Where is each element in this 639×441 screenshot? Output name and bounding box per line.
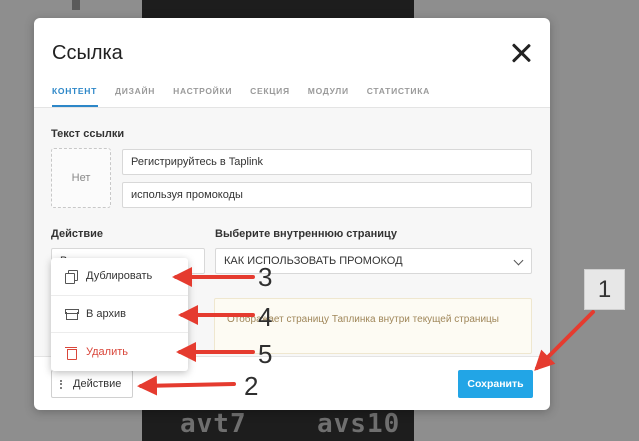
- tab-design[interactable]: ДИЗАЙН: [115, 86, 155, 108]
- annotation-number-3: 3: [258, 262, 273, 292]
- action-label: Действие: [51, 228, 103, 240]
- background-stripe: [72, 0, 80, 10]
- tab-statistics[interactable]: СТАТИСТИКА: [367, 86, 430, 108]
- preview-overlay-text-right: avs10: [317, 409, 401, 439]
- annotation-number-2: 2: [244, 371, 259, 401]
- thumbnail-picker[interactable]: Нет: [51, 148, 111, 208]
- tab-modules[interactable]: МОДУЛИ: [308, 86, 349, 108]
- chevron-down-icon: [513, 255, 524, 266]
- preview-overlay-text-left: avt7: [180, 409, 247, 439]
- link-text-line2-input[interactable]: используя промокоды: [122, 182, 532, 208]
- kebab-icon: [60, 378, 63, 390]
- close-icon[interactable]: [510, 42, 532, 64]
- save-button[interactable]: Сохранить: [458, 370, 533, 398]
- menu-item-duplicate[interactable]: Дублировать: [51, 258, 188, 296]
- menu-item-archive-label: В архив: [86, 307, 126, 320]
- annotation-number-1: 1: [584, 269, 625, 310]
- footer-action-label: Действие: [73, 378, 122, 390]
- footer-action-button[interactable]: Действие: [51, 370, 133, 398]
- menu-item-delete[interactable]: Удалить: [51, 333, 188, 371]
- annotation-number-4: 4: [258, 302, 273, 332]
- modal-title: Ссылка: [52, 42, 123, 64]
- menu-item-archive[interactable]: В архив: [51, 296, 188, 334]
- internal-page-select-value: КАК ИСПОЛЬЗОВАТЬ ПРОМОКОД: [224, 255, 403, 267]
- copy-icon: [65, 270, 78, 285]
- action-menu: Дублировать В архив Удалить: [51, 258, 188, 371]
- menu-item-delete-label: Удалить: [86, 345, 128, 358]
- tab-bar: КОНТЕНТ ДИЗАЙН НАСТРОЙКИ СЕКЦИЯ МОДУЛИ С…: [52, 86, 550, 108]
- link-text-line1-input[interactable]: Регистрируйтесь в Taplink: [122, 149, 532, 175]
- tab-settings[interactable]: НАСТРОЙКИ: [173, 86, 232, 108]
- archive-icon: [65, 308, 79, 320]
- menu-item-duplicate-label: Дублировать: [86, 270, 153, 283]
- thumbnail-empty-label: Нет: [71, 172, 91, 184]
- internal-page-label: Выберите внутреннюю страницу: [215, 228, 397, 240]
- link-text-label: Текст ссылки: [51, 128, 125, 140]
- tab-section[interactable]: СЕКЦИЯ: [250, 86, 290, 108]
- trash-icon: [65, 346, 77, 360]
- annotation-number-5: 5: [258, 339, 273, 369]
